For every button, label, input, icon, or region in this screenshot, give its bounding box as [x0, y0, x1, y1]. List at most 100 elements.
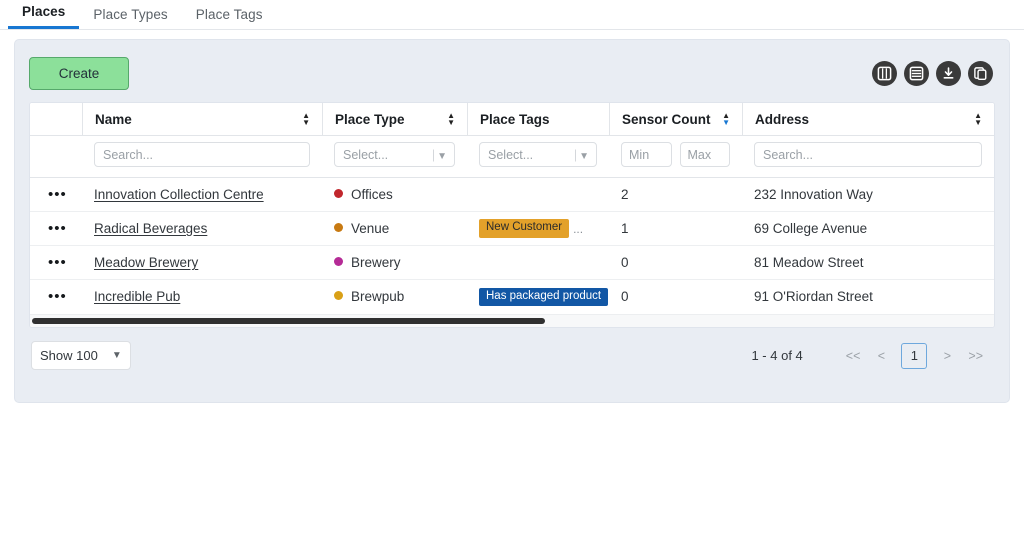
place-tag-badge[interactable]: Has packaged product [479, 287, 609, 306]
place-name-link[interactable]: Incredible Pub [94, 289, 180, 304]
place-name-link[interactable]: Radical Beverages [94, 221, 207, 236]
select-place-tags[interactable]: Select... | ▼ [479, 142, 597, 167]
filter-cell-menu [30, 135, 82, 178]
header-label-place-tags: Place Tags [480, 111, 550, 127]
header-cell-sensor-count[interactable]: Sensor Count ▲ ▼ [609, 103, 742, 136]
cell-name: Incredible Pub [82, 279, 322, 314]
cell-place-type: Offices [322, 177, 467, 212]
pagination-last-button[interactable]: >> [962, 344, 989, 368]
row-actions-icon[interactable]: ••• [48, 186, 67, 203]
download-icon[interactable] [936, 60, 961, 86]
header-cell-menu [30, 103, 82, 136]
search-input-address[interactable]: Search... [754, 142, 982, 167]
header-label-name: Name [95, 111, 132, 127]
tab-places[interactable]: Places [8, 3, 80, 29]
cell-name: Innovation Collection Centre [82, 177, 322, 212]
chevron-down-icon: ▼ [437, 150, 447, 162]
tab-place-tags[interactable]: Place Tags [182, 6, 277, 30]
place-type-label: Brewery [351, 255, 401, 270]
table-header-row: Name ▲ ▼ Place Type ▲ ▼ Place Tags Senso… [30, 103, 994, 136]
places-table: Name ▲ ▼ Place Type ▲ ▼ Place Tags Senso… [30, 103, 994, 314]
place-type-color-dot [334, 291, 343, 301]
main-tabbar: Places Place Types Place Tags [0, 0, 1024, 30]
select-place-type[interactable]: Select... | ▼ [334, 142, 455, 167]
horizontal-scrollbar-thumb[interactable] [32, 317, 545, 324]
select-place-tags-value: Select... [488, 147, 534, 162]
header-cell-address[interactable]: Address ▲ ▼ [742, 103, 994, 136]
table-row[interactable]: ••• Meadow Brewery Brewery 0 81 Meadow S… [30, 245, 994, 280]
tab-places-label: Places [22, 3, 66, 19]
sort-icon-sensor-count[interactable]: ▲ ▼ [722, 112, 730, 127]
page-size-select[interactable]: Show 100 ▼ [31, 341, 131, 370]
place-type-color-dot [334, 223, 343, 232]
place-type-label: Offices [351, 187, 393, 202]
table-row[interactable]: ••• Innovation Collection Centre Offices… [30, 177, 994, 212]
rows-density-icon[interactable] [904, 60, 929, 86]
place-name-link[interactable]: Meadow Brewery [94, 255, 198, 270]
table-row[interactable]: ••• Radical Beverages Venue New Customer… [30, 211, 994, 246]
pagination: 1 - 4 of 4 << < 1 > >> [751, 342, 989, 369]
cell-place-tags: Has packaged product [467, 279, 609, 314]
row-menu-cell: ••• [30, 245, 82, 280]
pagination-prev-button[interactable]: < [869, 344, 893, 368]
cell-place-type: Brewpub [322, 279, 467, 314]
search-input-name[interactable]: Search... [94, 142, 310, 167]
place-type-label: Venue [351, 221, 390, 236]
place-type-color-dot [334, 189, 343, 198]
sort-icon-place-type[interactable]: ▲ ▼ [447, 112, 455, 127]
row-actions-icon[interactable]: ••• [48, 220, 67, 237]
cell-name: Radical Beverages [82, 211, 322, 246]
filter-cell-address: Search... [742, 135, 994, 178]
horizontal-scrollbar[interactable] [30, 313, 994, 327]
pagination-first-button[interactable]: << [840, 344, 867, 368]
places-table-card: Name ▲ ▼ Place Type ▲ ▼ Place Tags Senso… [29, 102, 995, 328]
sensor-max-input[interactable]: Max [679, 142, 730, 167]
filter-cell-place-type: Select... | ▼ [322, 135, 467, 178]
select-separator: | [431, 147, 436, 162]
cell-name: Meadow Brewery [82, 245, 322, 280]
cell-place-tags: New Customer ... [467, 211, 609, 246]
cell-place-tags [467, 177, 609, 212]
chevron-down-icon: ▼ [111, 350, 122, 361]
table-filter-row: Search... Select... | ▼ Select... | ▼ Mi… [30, 135, 994, 178]
cell-place-type: Venue [322, 211, 467, 246]
filter-cell-sensor-count: Min Max [609, 135, 742, 178]
header-cell-place-tags[interactable]: Place Tags [467, 103, 609, 136]
copy-icon[interactable] [968, 60, 993, 86]
pagination-page-1[interactable]: 1 [901, 342, 928, 369]
cell-sensor-count: 0 [609, 279, 742, 314]
sensor-min-input[interactable]: Min [621, 142, 672, 167]
row-menu-cell: ••• [30, 279, 82, 314]
sort-icon-name[interactable]: ▲ ▼ [302, 112, 310, 127]
places-panel: Create Name ▲ ▼ Place Type ▲ ▼ Place Tag… [14, 39, 1010, 403]
row-actions-icon[interactable]: ••• [48, 288, 67, 305]
header-cell-name[interactable]: Name ▲ ▼ [82, 103, 322, 136]
create-button[interactable]: Create [29, 56, 129, 90]
table-row[interactable]: ••• Incredible Pub Brewpub Has packaged … [30, 279, 994, 314]
tab-place-tags-label: Place Tags [195, 6, 263, 22]
place-tag-badge[interactable]: New Customer [479, 219, 570, 238]
cell-address: 69 College Avenue [742, 211, 994, 246]
table-footer: Show 100 ▼ 1 - 4 of 4 << < 1 > >> [29, 328, 995, 374]
tab-place-types[interactable]: Place Types [79, 7, 181, 30]
place-name-link[interactable]: Innovation Collection Centre [94, 187, 264, 202]
place-tag-overflow[interactable]: ... [573, 222, 583, 236]
header-cell-place-type[interactable]: Place Type ▲ ▼ [322, 103, 467, 136]
header-label-address: Address [755, 111, 810, 127]
table-toolbar: Create [29, 54, 995, 92]
cell-address: 81 Meadow Street [742, 245, 994, 280]
cell-sensor-count: 1 [609, 211, 742, 246]
table-head: Name ▲ ▼ Place Type ▲ ▼ Place Tags Senso… [30, 103, 994, 178]
sort-icon-address[interactable]: ▲ ▼ [974, 112, 982, 127]
cell-place-tags [467, 245, 609, 280]
table-body: ••• Innovation Collection Centre Offices… [30, 177, 994, 314]
page-size-label: Show 100 [40, 348, 98, 363]
pagination-next-button[interactable]: > [935, 344, 959, 368]
columns-icon[interactable] [872, 60, 897, 86]
place-type-color-dot [334, 257, 343, 266]
row-actions-icon[interactable]: ••• [48, 254, 67, 271]
select-place-type-value: Select... [343, 147, 389, 162]
cell-address: 232 Innovation Way [742, 177, 994, 212]
row-menu-cell: ••• [30, 177, 82, 212]
toolbar-icon-group [872, 60, 995, 86]
